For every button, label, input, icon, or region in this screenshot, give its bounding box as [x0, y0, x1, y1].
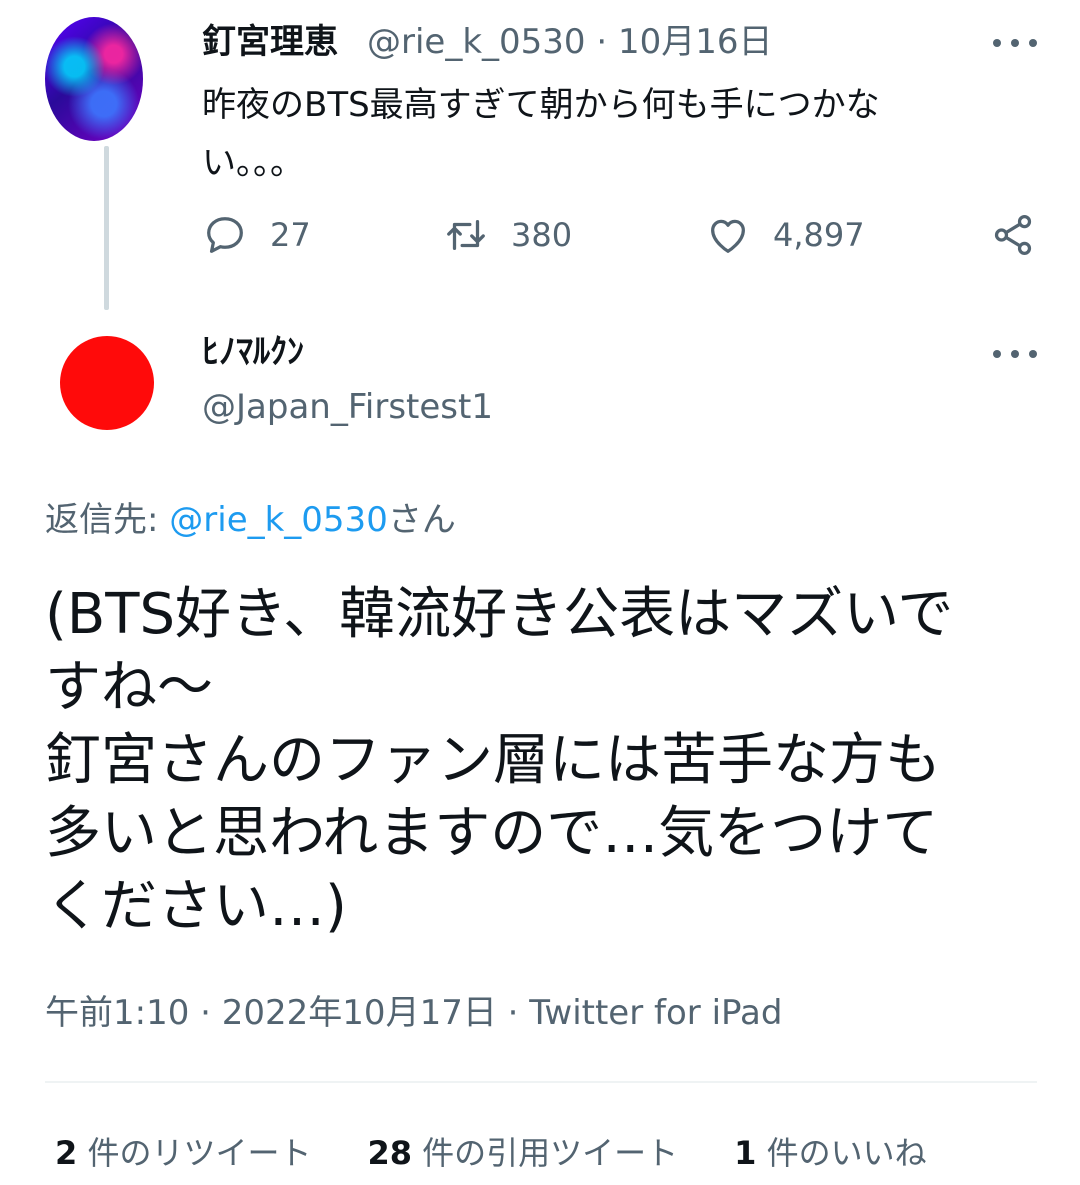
reply-author-handle[interactable]: @Japan_Firstest1: [202, 382, 493, 432]
quote-tweets-label: 件の引用ツイート: [422, 1134, 679, 1172]
heart-icon: [711, 219, 745, 253]
reply-author-name[interactable]: ﾋﾉﾏﾙｸﾝ: [202, 330, 304, 374]
quote-tweets-stat[interactable]: 28 件の引用ツイート: [367, 1128, 678, 1178]
thread-connector-line: [104, 146, 109, 310]
retweets-stat[interactable]: 2 件のリツイート: [55, 1128, 311, 1178]
reply-count: 27: [270, 216, 311, 254]
reply-tweet-text: (BTS好き、韓流好き公表はマズいで すね〜 釘宮さんのファン層には苦手な方も …: [45, 578, 1055, 943]
reply-icon: [207, 217, 243, 253]
retweets-label: 件のリツイート: [87, 1134, 312, 1172]
like-count: 4,897: [773, 216, 865, 254]
likes-count: 1: [734, 1134, 757, 1172]
reply-text-line: 釘宮さんのファン層には苦手な方も: [45, 728, 941, 793]
divider: [45, 1081, 1037, 1083]
share-button[interactable]: [990, 212, 1036, 262]
retweets-count: 2: [55, 1134, 78, 1172]
reply-author-avatar[interactable]: [60, 336, 154, 430]
replying-to: 返信先: @rie_k_0530さん: [45, 495, 456, 545]
reply-more-options-icon[interactable]: [993, 344, 1037, 364]
likes-stat[interactable]: 1 件のいいね: [734, 1128, 926, 1178]
tweet-text-line: い。。。: [202, 143, 304, 183]
reply-text-line: 多いと思われますので…気をつけて: [45, 801, 939, 866]
tweet-text: 昨夜のBTS最高すぎて朝から何も手につかな い。。。: [202, 76, 1002, 192]
reply-button[interactable]: 27: [202, 212, 311, 258]
author-avatar[interactable]: [45, 17, 143, 141]
reply-text-line: すね〜: [45, 655, 213, 720]
replying-to-label: 返信先:: [45, 500, 170, 540]
likes-label: 件のいいね: [766, 1134, 927, 1172]
reply-text-line: ください…): [45, 874, 347, 939]
quote-tweets-count: 28: [367, 1134, 412, 1172]
author-handle-date[interactable]: @rie_k_0530 · 10月16日: [367, 16, 773, 68]
replying-to-suffix: さん: [387, 500, 456, 540]
tweet-timestamp[interactable]: 午前1:10 · 2022年10月17日 · Twitter for iPad: [45, 988, 782, 1038]
tweet-text-line: 昨夜のBTS最高すぎて朝から何も手につかな: [202, 85, 880, 125]
like-button[interactable]: 4,897: [705, 212, 865, 258]
retweet-button[interactable]: 380: [443, 212, 572, 258]
author-name[interactable]: 釘宮理恵: [202, 16, 338, 68]
engagement-stats: 2 件のリツイート 28 件の引用ツイート 1 件のいいね: [55, 1128, 927, 1178]
more-options-icon[interactable]: [993, 33, 1037, 53]
share-icon: [994, 214, 1032, 256]
retweet-count: 380: [511, 216, 573, 254]
reply-text-line: (BTS好き、韓流好き公表はマズいで: [45, 582, 954, 647]
retweet-icon: [447, 219, 485, 251]
replying-to-handle-link[interactable]: @rie_k_0530: [169, 500, 388, 540]
